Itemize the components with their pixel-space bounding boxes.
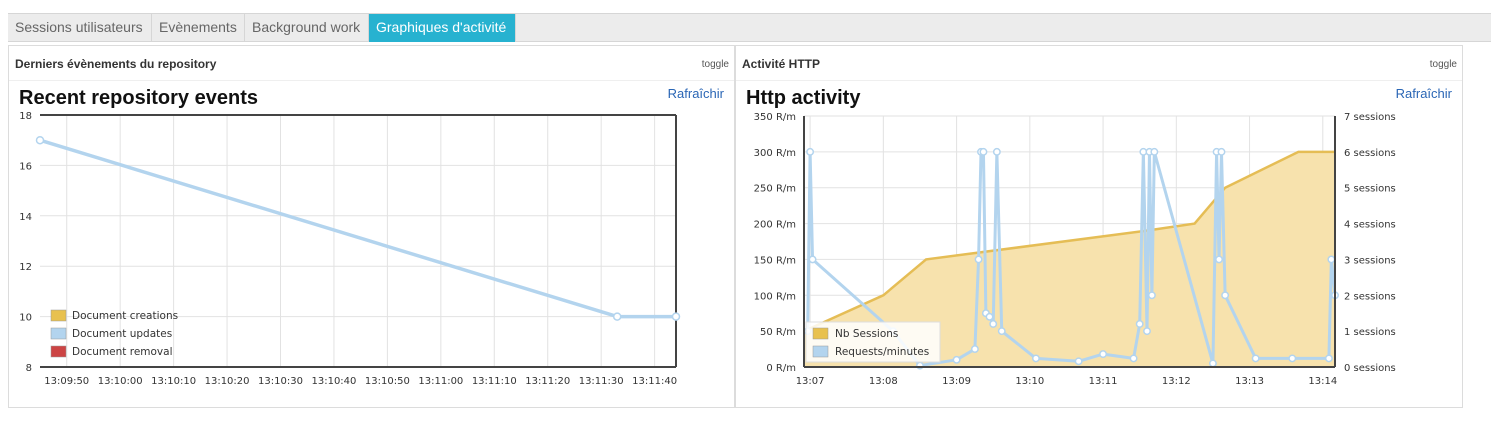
y-right-tick-label: 3 sessions (1344, 255, 1396, 266)
legend-swatch (812, 345, 829, 358)
data-point (806, 147, 815, 156)
x-tick-label: 13:08 (869, 376, 898, 387)
y-right-tick-label: 6 sessions (1344, 148, 1396, 159)
y-right-tick-label: 4 sessions (1344, 220, 1396, 231)
y-tick-label: 12 (19, 262, 32, 273)
data-point (974, 255, 983, 264)
x-tick-label: 13:10 (1015, 376, 1044, 387)
x-tick-label: 13:12 (1162, 376, 1191, 387)
repository-events-chart: 13:09:50 13:10:00 13:10:10 13:10:20 13:10:30… (19, 111, 681, 387)
data-point (1288, 354, 1297, 363)
data-point (671, 312, 681, 321)
data-point (992, 147, 1001, 156)
data-point (970, 345, 979, 354)
data-point (1324, 354, 1333, 363)
tab-graphiques-activite[interactable]: Graphiques d'activité (369, 14, 516, 42)
tab-sessions-utilisateurs[interactable]: Sessions utilisateurs (8, 14, 152, 42)
y-left-tick-label: 200 R/m (754, 220, 796, 231)
legend-swatch (50, 345, 67, 358)
data-point (808, 255, 817, 264)
y-tick-label: 10 (19, 313, 32, 324)
legend-swatch (812, 327, 829, 340)
legend-label: Document updates (72, 328, 172, 340)
data-point (1251, 354, 1260, 363)
y-left-tick-label: 50 R/m (760, 327, 796, 338)
data-point (1327, 255, 1336, 264)
x-tick-label: 13:11 (1089, 376, 1118, 387)
x-tick-label: 13:11:00 (418, 376, 463, 387)
x-tick-label: 13:14 (1308, 376, 1337, 387)
x-tick-label: 13:10:20 (205, 376, 250, 387)
y-tick-label: 16 (19, 161, 32, 172)
x-tick-label: 13:11:20 (525, 376, 570, 387)
y-left-tick-label: 250 R/m (754, 184, 796, 195)
x-tick-label: 13:11:10 (472, 376, 517, 387)
x-tick-label: 13:11:30 (579, 376, 624, 387)
data-point (1143, 327, 1151, 336)
x-tick-label: 13:11:40 (632, 376, 677, 387)
data-point (1221, 291, 1230, 300)
x-tick-label: 13:10:30 (258, 376, 303, 387)
y-right-tick-label: 7 sessions (1344, 112, 1396, 123)
x-tick-label: 13:07 (796, 376, 825, 387)
y-right-tick-label: 2 sessions (1344, 291, 1396, 302)
y-left-tick-label: 150 R/m (754, 255, 796, 266)
y-left-tick-label: 100 R/m (754, 291, 796, 302)
legend-swatch (50, 309, 67, 322)
data-point (1129, 354, 1138, 363)
data-point (1099, 350, 1108, 359)
data-point (1215, 255, 1223, 264)
data-point (1208, 359, 1217, 368)
data-point (1031, 354, 1040, 363)
data-point (1217, 147, 1226, 156)
data-point (952, 355, 961, 364)
legend-label: Document removal (72, 346, 173, 358)
y-left-tick-label: 300 R/m (754, 148, 796, 159)
y-tick-label: 18 (19, 111, 32, 122)
y-right-tick-label: 5 sessions (1344, 184, 1396, 195)
x-tick-label: 13:10:00 (98, 376, 143, 387)
y-left-tick-label: 350 R/m (754, 112, 796, 123)
x-tick-label: 13:10:50 (365, 376, 410, 387)
y-left-tick-label: 0 R/m (766, 363, 796, 374)
http-activity-chart: 13:07 13:08 13:09 13:10 13:11 13:12 13:13 13:14… (754, 112, 1396, 387)
data-point (997, 327, 1006, 336)
legend-label: Requests/minutes (835, 346, 929, 358)
legend-swatch (50, 327, 67, 340)
panel-http-activity: Activité HTTP toggle Http activity Rafra… (735, 45, 1463, 408)
x-tick-label: 13:09 (942, 376, 971, 387)
data-point (985, 312, 994, 321)
data-point (1147, 291, 1156, 300)
data-point (1150, 147, 1159, 156)
data-point (1135, 320, 1144, 328)
x-tick-label: 13:10:40 (311, 376, 356, 387)
data-point (35, 135, 45, 145)
legend-label: Document creations (72, 310, 178, 322)
y-right-tick-label: 0 sessions (1344, 363, 1396, 374)
tab-bar: Sessions utilisateurs Evènements Backgro… (8, 13, 1491, 42)
data-point (989, 320, 998, 328)
tab-background-work[interactable]: Background work (245, 14, 369, 42)
y-right-tick-label: 1 sessions (1344, 327, 1396, 338)
x-tick-label: 13:09:50 (44, 376, 89, 387)
legend-label: Nb Sessions (835, 328, 898, 340)
y-tick-label: 8 (26, 363, 32, 374)
tab-evenements[interactable]: Evènements (152, 14, 245, 42)
data-point (1074, 357, 1083, 366)
x-tick-label: 13:13 (1235, 376, 1264, 387)
data-point (612, 312, 622, 321)
y-tick-label: 14 (19, 212, 32, 223)
x-tick-label: 13:10:10 (151, 376, 196, 387)
panel-repository-events: Derniers évènements du repository toggle… (8, 45, 735, 408)
data-point (979, 147, 988, 156)
